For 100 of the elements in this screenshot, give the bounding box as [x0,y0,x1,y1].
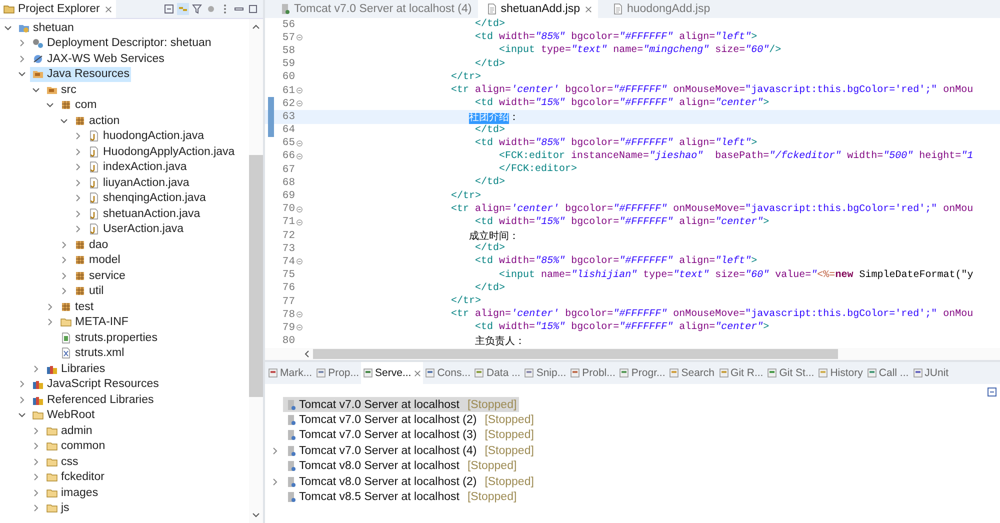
java-file-icon [88,192,100,204]
line-number: 65 [281,137,295,150]
view-icon [473,367,486,379]
server-item[interactable]: Tomcat v7.0 Server at localhost (3) [Stopped] [283,428,536,443]
line-number: 72 [281,230,295,242]
tree-item[interactable]: JavaScript Resources [30,376,161,392]
view-tab[interactable]: Call ... [864,362,911,384]
tree-item[interactable]: src [44,82,78,98]
tree-item[interactable]: model [72,252,122,268]
view-tab[interactable]: Search [667,362,717,384]
server-item[interactable]: Tomcat v7.0 Server at localhost (4) [Stopped] [283,443,536,458]
filter-icon[interactable] [191,3,203,15]
collapse-all-icon[interactable] [986,386,998,398]
server-icon [285,491,297,504]
fold-icon[interactable] [296,206,303,213]
tree-item[interactable]: JAX-WS Web Services [30,51,166,66]
fold-icon[interactable] [296,218,303,226]
tree-item[interactable]: huodongAction.java [86,128,206,144]
tree-item[interactable]: css [44,454,80,470]
tree-item[interactable]: shetuanAction.java [86,206,202,222]
tree-item[interactable]: shetuan [16,20,76,36]
line-number: 64 [281,124,295,136]
tree-item[interactable]: test [58,299,96,314]
view-tab[interactable]: Data ... [472,362,522,384]
scrollbar[interactable] [249,19,263,523]
maximize-icon[interactable] [247,3,259,15]
tree-item[interactable]: META-INF [58,314,130,330]
fold-icon[interactable] [296,152,303,160]
view-tab[interactable]: History [816,362,865,384]
close-icon[interactable] [414,370,422,376]
tree-item[interactable]: action [72,113,122,128]
code-line: </td> [475,19,506,30]
folder-icon [3,3,15,15]
tree-item[interactable]: Libraries [44,361,108,376]
fold-icon[interactable] [296,87,303,94]
view-tab[interactable]: Serve... [361,362,424,384]
view-tab[interactable]: Mark... [266,362,314,384]
folder-icon [60,316,72,328]
code-line: </td> [475,282,506,294]
tree-item[interactable]: images [44,485,100,500]
view-tab[interactable]: Git R... [716,362,766,384]
fold-icon[interactable] [296,324,303,332]
tree-item[interactable]: util [72,284,106,299]
view-tab[interactable]: Probl... [568,362,618,384]
tree-item[interactable]: com [58,98,99,113]
collapse-all-icon[interactable] [163,3,175,15]
scroll-left-icon[interactable] [303,350,311,358]
tree-item[interactable]: common [44,438,108,454]
close-icon[interactable] [584,6,592,12]
server-item[interactable]: Tomcat v7.0 Server at localhost (2) [Stopped] [283,412,536,428]
editor-tab[interactable]: Tomcat v7.0 Server at localhost (4) [265,0,478,18]
view-tab[interactable]: Prop... [314,362,362,384]
tree-item[interactable]: WebRoot [30,408,97,423]
server-item[interactable]: Tomcat v8.5 Server at localhost [Stopped] [283,490,519,505]
tree-item[interactable]: fckeditor [44,470,106,485]
tree-item[interactable]: Deployment Descriptor: shetuan [30,36,214,51]
tree-item[interactable]: UserAction.java [86,222,186,237]
line-number: 71 [281,216,295,228]
tree-item[interactable]: shenqingAction.java [86,190,208,206]
tree-item[interactable]: indexAction.java [86,160,189,175]
code-line: <input name="lishijian" type="text" size="60" value="<%=new SimpleDateFormat("y [499,270,974,281]
fold-icon[interactable] [296,140,303,147]
tree-item[interactable]: Java Resources [30,66,132,82]
scroll-down-icon[interactable] [252,511,260,519]
view-tab[interactable]: Git St... [765,362,816,384]
tree-item[interactable]: struts.properties [58,330,160,346]
tree-item[interactable]: js [44,500,72,516]
scroll-up-icon[interactable] [252,23,260,31]
server-item[interactable]: Tomcat v8.0 Server at localhost (2) [Stopped] [283,474,536,490]
server-icon [285,414,297,426]
package-icon [60,99,72,112]
editor-tab[interactable]: shetuanAdd.jsp [478,0,598,18]
view-tab[interactable]: Cons... [423,362,472,384]
tree-item[interactable]: admin [44,423,94,438]
fold-icon[interactable] [296,311,303,318]
editor-tab[interactable]: huodongAdd.jsp [598,0,716,18]
package-icon [74,114,86,127]
line-number: 58 [281,44,295,57]
tree-item[interactable]: struts.xml [58,346,126,361]
line-number: 70 [281,203,295,216]
view-icon [668,367,680,379]
view-icon [766,367,778,379]
server-item[interactable]: Tomcat v7.0 Server at localhost [Stopped] [283,397,519,412]
line-number: 60 [281,71,295,84]
tree-item[interactable]: HuodongApplyAction.java [86,144,237,160]
close-icon[interactable] [104,6,112,12]
tree-item[interactable]: Referenced Libraries [30,392,156,408]
view-tab[interactable]: Progr... [617,362,668,384]
tree-item[interactable]: liuyanAction.java [86,175,192,190]
fold-icon[interactable] [296,100,303,108]
server-item[interactable]: Tomcat v8.0 Server at localhost [Stopped] [283,458,519,474]
fold-icon[interactable] [296,258,303,266]
view-tab[interactable]: Snip... [522,362,568,384]
scrollbar[interactable] [265,348,1000,360]
code-line: <td width="15%" bgcolor="#FFFFFF" align="center"> [475,216,770,228]
fold-icon[interactable] [296,34,303,42]
tree-item[interactable]: service [72,268,128,284]
tree-item[interactable]: dao [72,237,110,252]
view-tab[interactable]: Project Explorer [0,0,116,18]
view-tab[interactable]: JUnit [910,362,951,384]
